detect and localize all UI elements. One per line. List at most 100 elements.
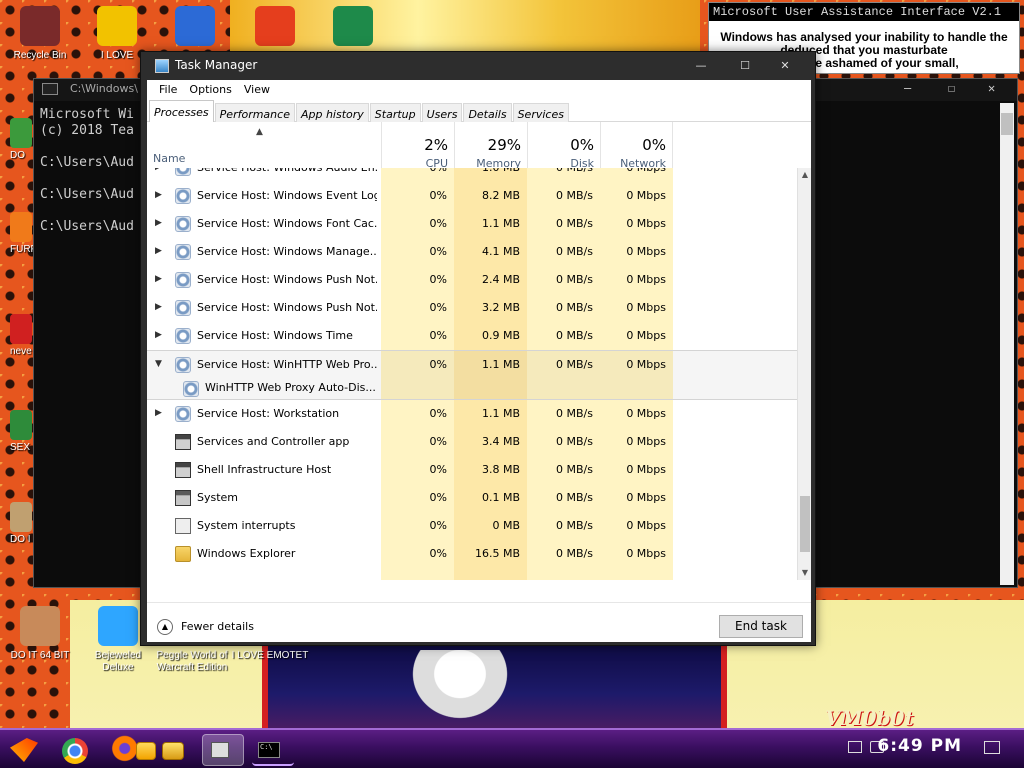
process-cpu: 0% [429,491,447,504]
process-row[interactable]: Services and Controller app 0% 3.4 MB 0 MB/… [147,428,797,456]
process-row[interactable]: ▶ Service Host: Windows Font Cac... 0% 1.1 … [147,210,797,238]
column-header-cpu[interactable]: 2% CPU [381,122,454,170]
notification-icon[interactable] [984,741,1000,754]
tab-details[interactable]: Details [463,103,512,122]
desktop-icon-top-0[interactable]: Recycle Bin [0,6,80,62]
chevron-up-icon[interactable]: ▲ [157,619,173,635]
chevron-right-icon[interactable]: ▶ [155,218,162,228]
menu-view[interactable]: View [238,80,276,100]
column-header-name[interactable]: ▲ Name [147,122,381,168]
table-header: ▲ Name 2% CPU 29% Memory 0% Disk 0% Netw… [147,122,811,170]
gear-icon [175,272,191,288]
column-header-network[interactable]: 0% Network [600,122,673,170]
clock-time[interactable]: 6:49 PM [877,736,962,756]
gear-icon [183,381,199,397]
store-icon[interactable] [136,742,156,760]
process-row[interactable]: ▶ Service Host: Windows Manage... 0% 4.1 MB… [147,238,797,266]
column-header-memory[interactable]: 29% Memory [454,122,527,170]
desktop-icon-top-3[interactable] [235,6,315,50]
maximize-button[interactable]: ☐ [725,56,765,76]
process-row[interactable]: System interrupts 0% 0 MB 0 MB/s 0 Mbps [147,512,797,540]
task-manager-titlebar[interactable]: Task Manager — ☐ ✕ [141,52,815,80]
firefox-icon[interactable] [106,734,140,766]
chevron-right-icon[interactable]: ▶ [155,168,162,172]
process-row[interactable]: System 0% 0.1 MB 0 MB/s 0 Mbps [147,484,797,512]
desktop-icon-top-4[interactable] [313,6,393,50]
process-network: 0 Mbps [600,168,666,174]
process-row[interactable]: ▶ Service Host: Windows Time 0% 0.9 MB 0 MB/… [147,322,797,350]
tab-processes[interactable]: Processes [149,100,214,122]
table-scrollbar[interactable]: ▲ ▼ [797,168,811,580]
file-explorer-icon[interactable] [162,742,184,760]
cmd-minimize-button[interactable]: — [904,81,911,95]
chrome-icon[interactable] [62,738,88,764]
minimize-button[interactable]: — [681,56,721,76]
task-manager-window[interactable]: Task Manager — ☐ ✕ File Options View Proce… [140,51,816,646]
desktop-icon-left-3[interactable]: SEX [10,410,32,454]
process-row[interactable]: ▶ Service Host: Workstation 0% 1.1 MB 0 MB/s… [147,400,797,428]
process-disk: 0 MB/s [556,407,593,420]
fewer-details-link[interactable]: Fewer details [181,620,254,633]
process-name: Shell Infrastructure Host [197,463,332,476]
process-row[interactable]: ▶ Service Host: Windows Audio En... 0% 1.0 … [147,168,797,182]
process-network: 0 Mbps [626,435,666,448]
network-icon[interactable] [848,741,862,753]
process-row[interactable]: ▼ Service Host: WinHTTP Web Pro... 0% 1.1 M… [147,350,797,378]
chevron-right-icon[interactable]: ▶ [155,246,162,256]
close-button[interactable]: ✕ [765,56,805,76]
process-cpu: 0% [429,301,447,314]
process-row[interactable]: Windows Explorer 0% 16.5 MB 0 MB/s 0 Mbps [147,540,797,568]
cmd-scroll-thumb[interactable] [1001,113,1013,135]
cmd-close-button[interactable]: ✕ [988,81,995,95]
desktop-icon-top-2[interactable] [155,6,235,50]
chevron-right-icon[interactable]: ▶ [155,330,162,340]
process-child-row[interactable]: WinHTTP Web Proxy Auto-Dis... [147,378,797,400]
menu-options[interactable]: Options [183,80,237,100]
tab-services[interactable]: Services [512,103,569,122]
process-disk: 0 MB/s [556,329,593,342]
process-disk: 0 MB/s [556,273,593,286]
chevron-right-icon[interactable]: ▶ [155,190,162,200]
scroll-down-arrow-icon[interactable]: ▼ [798,566,812,580]
app-icon [175,462,191,478]
cmd-maximize-button[interactable]: ☐ [948,81,955,95]
process-cpu: 0% [429,217,447,230]
process-memory: 0.1 MB [481,491,520,504]
process-row[interactable]: ▶ Service Host: Windows Push Not... 0% 3.2 … [147,294,797,322]
start-icon[interactable] [10,738,38,762]
process-cpu: 0% [429,245,447,258]
chevron-down-icon[interactable]: ▼ [155,359,162,369]
process-network: 0 Mbps [626,407,666,420]
process-memory: 0.9 MB [481,329,520,342]
process-network: 0 Mbps [626,245,666,258]
desktop-app-icon [20,6,60,46]
menu-bar: File Options View [147,80,811,100]
process-row[interactable]: Shell Infrastructure Host 0% 3.8 MB 0 MB/s 0… [147,456,797,484]
process-row[interactable]: ▶ Service Host: Windows Event Log 0% 8.2 MB… [147,182,797,210]
end-task-button[interactable]: End task [719,615,803,638]
tab-performance[interactable]: Performance [214,103,295,122]
scroll-up-arrow-icon[interactable]: ▲ [798,168,812,182]
taskbar-task-manager-button[interactable] [202,734,244,766]
gear-icon [175,188,191,204]
process-cpu: 0% [429,463,447,476]
taskbar-cmd-button[interactable]: C:\ [252,734,294,766]
process-row[interactable]: ▶ Service Host: Windows Push Not... 0% 2.4 … [147,266,797,294]
tab-startup[interactable]: Startup [369,103,421,122]
column-header-disk[interactable]: 0% Disk [527,122,600,170]
desktop-icon-left-0[interactable]: DO [10,118,32,162]
scroll-thumb[interactable] [800,496,810,552]
tab-app-history[interactable]: App history [295,103,369,122]
chevron-right-icon[interactable]: ▶ [155,274,162,284]
cmd-scrollbar[interactable] [1000,103,1014,585]
chevron-right-icon[interactable]: ▶ [155,408,162,418]
tab-users[interactable]: Users [421,103,463,122]
desktop-app-icon [10,212,32,242]
menu-file[interactable]: File [153,80,183,100]
watermark-text: VM0b0t [825,706,914,730]
chevron-right-icon[interactable]: ▶ [155,302,162,312]
process-name: Windows Explorer [197,547,296,560]
process-network: 0 Mbps [626,189,666,202]
desktop-icon-bottom-0[interactable]: DO IT 64 BIT [0,606,80,662]
desktop-icon-left-4[interactable]: DO I [10,502,32,546]
